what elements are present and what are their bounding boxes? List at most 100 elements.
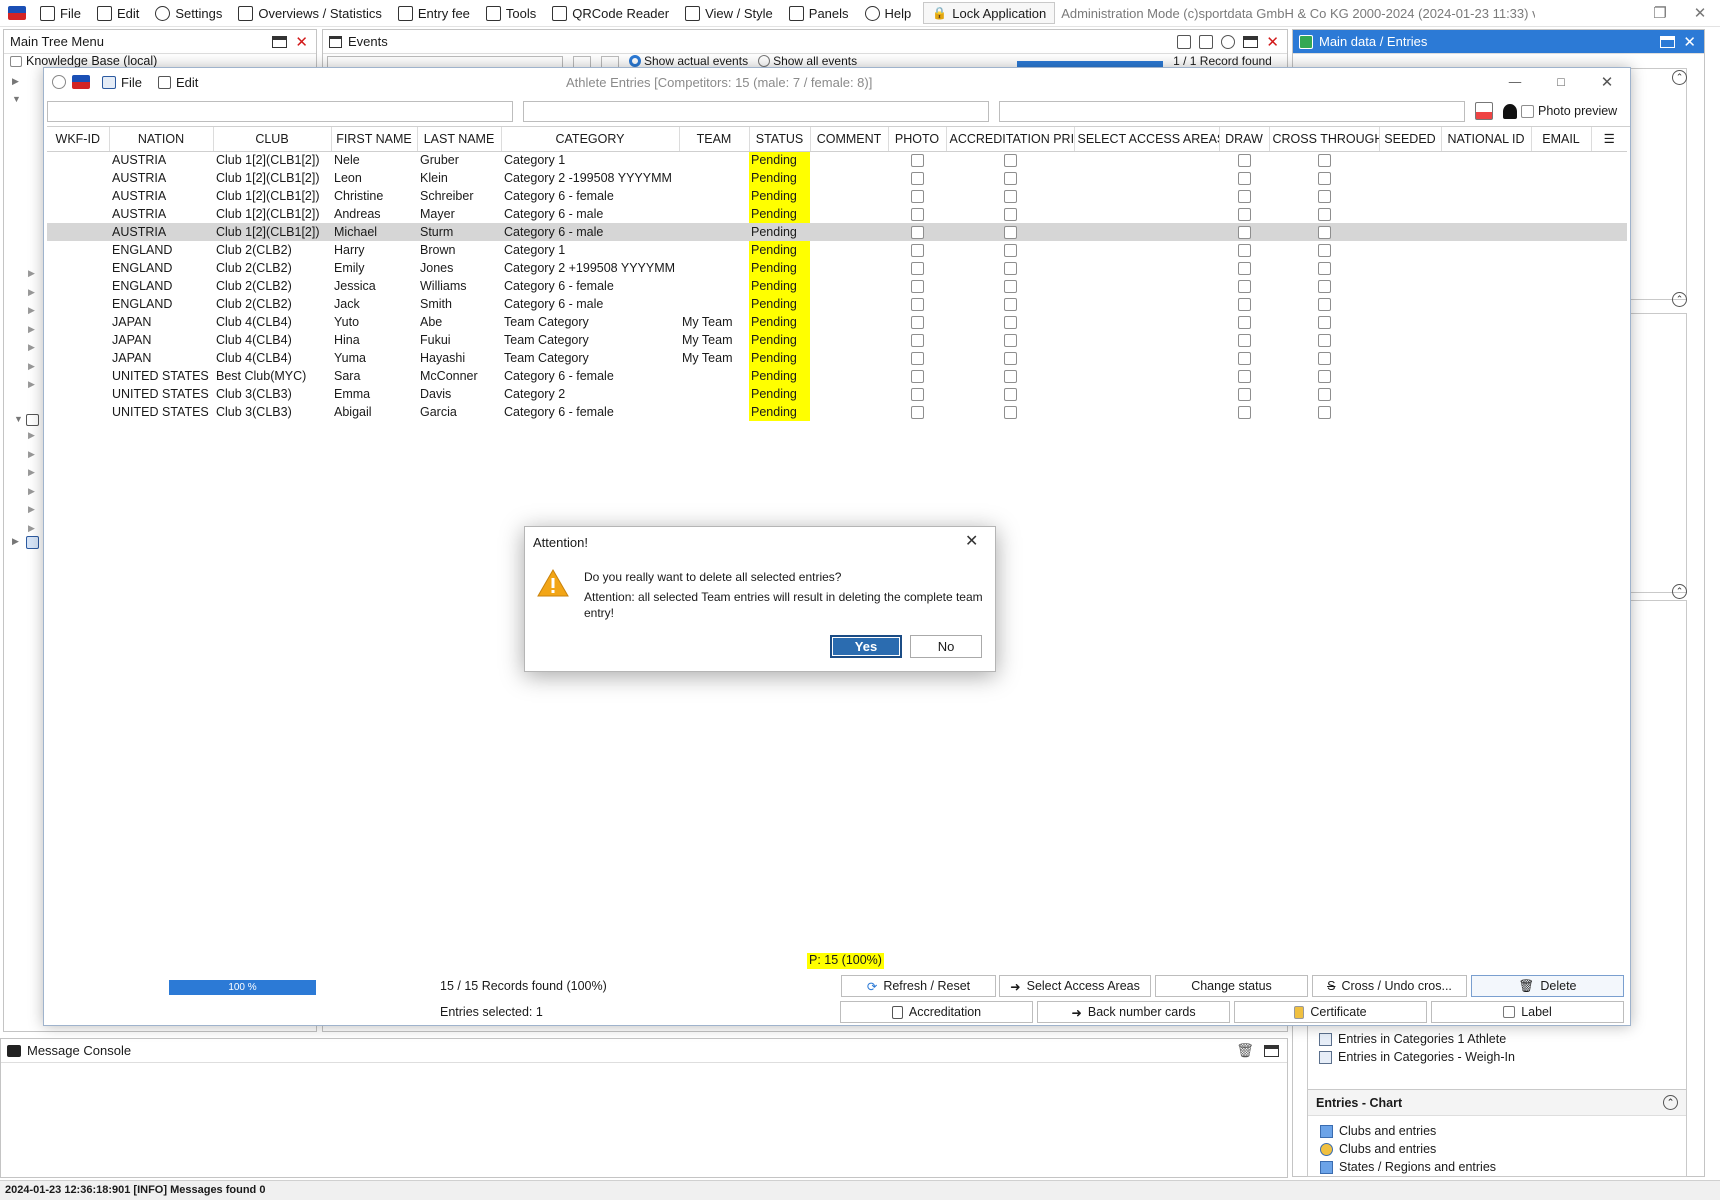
maximize-panel-icon[interactable]	[1264, 1044, 1279, 1057]
row-checkbox[interactable]	[1317, 280, 1331, 294]
row-checkbox[interactable]	[1237, 388, 1251, 402]
lock-application-button[interactable]: 🔒 Lock Application	[923, 2, 1056, 24]
column-header-national-id[interactable]: NATIONAL ID	[1441, 127, 1532, 152]
row-checkbox[interactable]	[1237, 316, 1251, 330]
maximize-panel-icon[interactable]	[1660, 35, 1676, 48]
row-checkbox[interactable]	[1317, 226, 1331, 240]
menu-edit[interactable]: Edit	[89, 0, 147, 27]
row-checkbox[interactable]	[1317, 262, 1331, 276]
row-checkbox[interactable]	[1003, 388, 1017, 402]
expand-arrow-icon[interactable]: ▶	[28, 324, 35, 335]
row-checkbox[interactable]	[1003, 172, 1017, 186]
row-checkbox[interactable]	[1003, 280, 1017, 294]
maximize-panel-icon[interactable]	[272, 35, 288, 48]
row-checkbox[interactable]	[910, 316, 924, 330]
expand-arrow-icon[interactable]: ▶	[28, 449, 35, 460]
collapse-section-icon[interactable]: ⌃	[1663, 1095, 1678, 1110]
expand-arrow-icon[interactable]: ▶	[28, 504, 35, 515]
collapse-arrow-icon[interactable]: ▼	[12, 94, 21, 104]
column-header-club[interactable]: CLUB	[213, 127, 332, 152]
maximize-window-icon[interactable]: □	[1538, 75, 1584, 89]
dialog-close-icon[interactable]: ✕	[965, 531, 978, 551]
row-checkbox[interactable]	[1237, 244, 1251, 258]
row-checkbox[interactable]	[1237, 190, 1251, 204]
row-checkbox[interactable]	[1003, 298, 1017, 312]
table-row[interactable]: AUSTRIA Club 1[2](CLB1[2]) Michael Sturm Cat…	[47, 223, 1627, 241]
column-header-select-access-areas[interactable]: SELECT ACCESS AREAS	[1074, 127, 1220, 152]
list-item[interactable]: Clubs and entries	[1320, 1140, 1686, 1158]
row-checkbox[interactable]	[910, 370, 924, 384]
close-window-icon[interactable]: ✕	[1584, 73, 1630, 91]
row-checkbox[interactable]	[1003, 370, 1017, 384]
filter-input-1[interactable]	[47, 100, 513, 122]
table-row[interactable]: JAPAN Club 4(CLB4) Yuto Abe Team Category My …	[47, 313, 1627, 331]
row-checkbox[interactable]	[910, 262, 924, 276]
close-panel-icon[interactable]: ✕	[1683, 33, 1696, 51]
refresh-icon[interactable]	[1221, 34, 1236, 49]
column-header-seeded[interactable]: SEEDED	[1379, 127, 1442, 152]
row-checkbox[interactable]	[910, 226, 924, 240]
delete-button[interactable]: 🗑 Delete	[1471, 975, 1624, 997]
photo-preview-checkbox[interactable]	[1521, 104, 1534, 118]
row-checkbox[interactable]	[1237, 208, 1251, 222]
row-checkbox[interactable]	[1237, 154, 1251, 168]
table-row[interactable]: AUSTRIA Club 1[2](CLB1[2]) Leon Klein Catego…	[47, 169, 1627, 187]
expand-arrow-icon[interactable]: ▶	[28, 379, 35, 390]
row-checkbox[interactable]	[1317, 190, 1331, 204]
restore-window-icon[interactable]: ❐	[1640, 4, 1680, 22]
select-access-areas-button[interactable]: ➜ Select Access Areas	[999, 975, 1151, 997]
row-checkbox[interactable]	[910, 352, 924, 366]
expand-arrow-icon[interactable]: ▶	[28, 342, 35, 353]
cross-undo-button[interactable]: S Cross / Undo cros...	[1312, 975, 1467, 997]
close-app-icon[interactable]: ✕	[1680, 4, 1720, 22]
collapse-section-icon[interactable]: ⌃	[1672, 292, 1687, 307]
row-checkbox[interactable]	[1317, 154, 1331, 168]
table-row[interactable]: UNITED STATES Club 3(CLB3) Abigail Garcia Ca…	[47, 403, 1627, 421]
collapse-section-icon[interactable]: ⌃	[1672, 70, 1687, 85]
row-checkbox[interactable]	[1317, 208, 1331, 222]
menu-panels[interactable]: Panels	[781, 0, 857, 27]
column-header-team[interactable]: TEAM	[679, 127, 750, 152]
column-header-draw[interactable]: DRAW	[1219, 127, 1270, 152]
back-number-cards-button[interactable]: ➜ Back number cards	[1037, 1001, 1230, 1023]
row-checkbox[interactable]	[1003, 190, 1017, 204]
radio-all-events[interactable]	[758, 55, 771, 67]
change-status-button[interactable]: Change status	[1155, 975, 1308, 997]
row-checkbox[interactable]	[910, 172, 924, 186]
column-header-accreditation-print[interactable]: ACCREDITATION PRINT	[946, 127, 1075, 152]
row-checkbox[interactable]	[910, 334, 924, 348]
table-row[interactable]: JAPAN Club 4(CLB4) Yuma Hayashi Team Categor…	[47, 349, 1627, 367]
clear-filter-icon[interactable]	[1475, 102, 1493, 120]
minimize-window-icon[interactable]: —	[1492, 75, 1538, 89]
list-item[interactable]: States / Regions and entries	[1320, 1158, 1686, 1176]
row-checkbox[interactable]	[1003, 352, 1017, 366]
row-checkbox[interactable]	[910, 388, 924, 402]
tree-node-root[interactable]: Knowledge Base (local)	[4, 54, 316, 68]
column-header-category[interactable]: CATEGORY	[501, 127, 680, 152]
close-panel-icon[interactable]: ✕	[295, 33, 308, 51]
row-checkbox[interactable]	[1237, 406, 1251, 420]
table-row[interactable]: UNITED STATES Club 3(CLB3) Emma Davis Catego…	[47, 385, 1627, 403]
row-checkbox[interactable]	[1237, 226, 1251, 240]
row-checkbox[interactable]	[1237, 298, 1251, 312]
row-checkbox[interactable]	[1317, 298, 1331, 312]
expand-arrow-icon[interactable]: ▶	[28, 467, 35, 478]
row-checkbox[interactable]	[1317, 352, 1331, 366]
menu-entry-fee[interactable]: Entry fee	[390, 0, 478, 27]
table-row[interactable]: AUSTRIA Club 1[2](CLB1[2]) Nele Gruber Categ…	[47, 151, 1627, 169]
row-checkbox[interactable]	[1003, 208, 1017, 222]
row-checkbox[interactable]	[1237, 352, 1251, 366]
expand-arrow-icon[interactable]: ▶	[28, 287, 35, 298]
open-folder-icon[interactable]	[1199, 34, 1214, 49]
close-panel-icon[interactable]: ✕	[1266, 33, 1279, 51]
column-header-photo[interactable]: PHOTO	[888, 127, 947, 152]
column-chooser-icon[interactable]: ☰	[1591, 127, 1627, 152]
column-header-comment[interactable]: COMMENT	[810, 127, 889, 152]
menu-view-style[interactable]: View / Style	[677, 0, 781, 27]
filter-input-2[interactable]	[523, 100, 989, 122]
table-row[interactable]: UNITED STATES Best Club(MYC) Sara McConner C…	[47, 367, 1627, 385]
row-checkbox[interactable]	[1317, 388, 1331, 402]
expand-arrow-icon[interactable]: ▶	[28, 268, 35, 279]
expand-arrow-icon[interactable]: ▶	[12, 536, 19, 547]
row-checkbox[interactable]	[910, 280, 924, 294]
